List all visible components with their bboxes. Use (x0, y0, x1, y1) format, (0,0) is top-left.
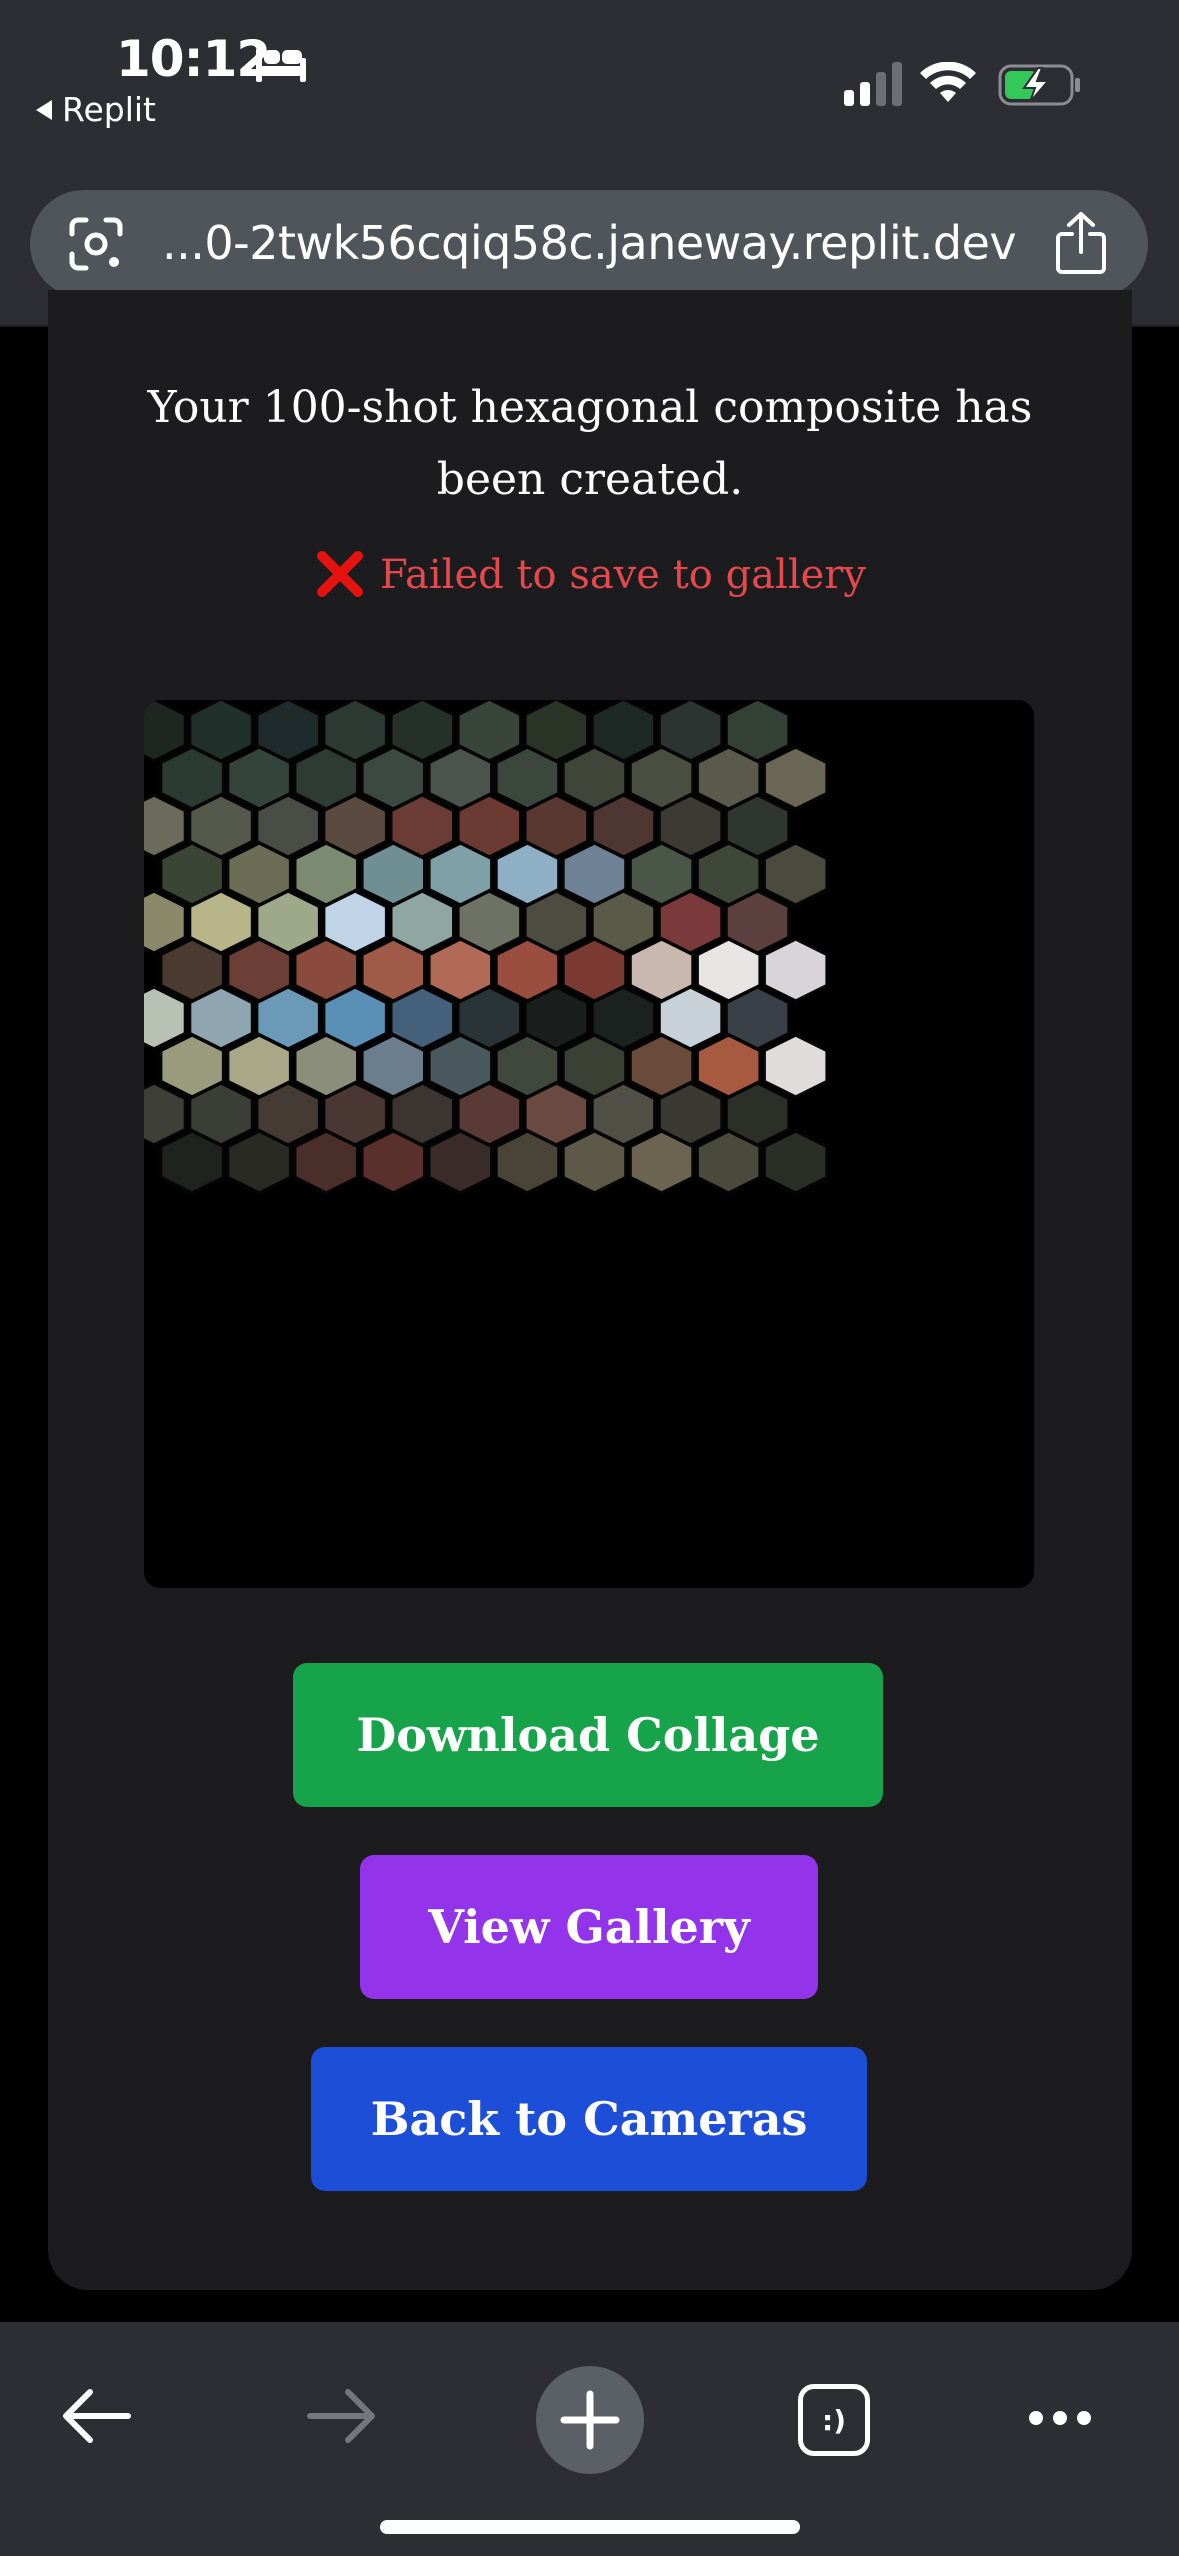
url-text[interactable]: ...0-2twk56cqiq58c.janeway.replit.dev (162, 216, 1017, 270)
save-error-text: Failed to save to gallery (380, 552, 866, 598)
hexagon-collage-image (144, 700, 829, 1195)
forward-arrow-icon[interactable] (306, 2386, 378, 2446)
battery-charging-icon (998, 64, 1080, 106)
collage-hex-tile (561, 1129, 628, 1195)
collage-hex-tile (159, 1129, 225, 1195)
collage-hex-tile (360, 1129, 426, 1195)
error-x-icon (317, 551, 363, 597)
collage-hex-tile (144, 1081, 187, 1147)
google-lens-icon[interactable] (66, 214, 126, 274)
collage-hex-tile (226, 1129, 292, 1195)
collage-hex-tile (762, 937, 829, 1003)
cellular-signal-icon (844, 60, 902, 106)
tab-switcher-glyph: :) (822, 2403, 846, 2437)
collage-hex-tile (762, 1129, 829, 1195)
collage-hex-tile (762, 841, 829, 907)
home-indicator (380, 2520, 800, 2534)
back-arrow-icon[interactable] (60, 2386, 132, 2446)
collage-hex-tile (144, 985, 187, 1051)
collage-hex-tile (762, 745, 829, 811)
signal-bar (860, 82, 870, 106)
signal-bar (844, 90, 854, 106)
download-collage-button[interactable]: Download Collage (293, 1663, 883, 1807)
collage-hex-tile (762, 1033, 829, 1099)
result-card: Your 100-shot hexagonal composite has be… (48, 290, 1132, 2290)
collage-hex-tile (494, 1129, 561, 1195)
share-icon[interactable] (1052, 210, 1110, 276)
collage-hex-tile (695, 1129, 762, 1195)
collage-hex-tile (427, 1129, 494, 1195)
tab-switcher-icon[interactable]: :) (798, 2384, 870, 2456)
result-headline: Your 100-shot hexagonal composite has be… (147, 382, 1033, 505)
collage-hex-tile (293, 1129, 359, 1195)
status-time: 10:12 (116, 30, 271, 88)
collage-preview (144, 700, 1034, 1588)
save-error-message: Failed to save to gallery (48, 551, 1132, 604)
back-to-cameras-button[interactable]: Back to Cameras (311, 2047, 867, 2191)
collage-hex-tile (628, 1129, 695, 1195)
more-menu-icon[interactable] (1024, 2406, 1096, 2430)
browser-top-chrome: 10:12 Replit ...0-2twk56cqiq58c.janeway.… (0, 0, 1179, 327)
collage-hex-tile (144, 793, 187, 859)
back-app-label: Replit (62, 90, 156, 129)
collage-hex-tile (144, 889, 187, 955)
signal-bar (892, 62, 902, 106)
back-to-app-link[interactable]: Replit (36, 90, 156, 129)
view-gallery-button[interactable]: View Gallery (360, 1855, 818, 1999)
address-bar[interactable]: ...0-2twk56cqiq58c.janeway.replit.dev (30, 190, 1148, 298)
new-tab-plus-icon[interactable] (536, 2366, 644, 2474)
collage-hex-tile (144, 700, 187, 763)
back-triangle-icon (36, 99, 52, 120)
wifi-icon (920, 62, 976, 102)
bed-icon (256, 48, 306, 82)
signal-bar (876, 72, 886, 106)
